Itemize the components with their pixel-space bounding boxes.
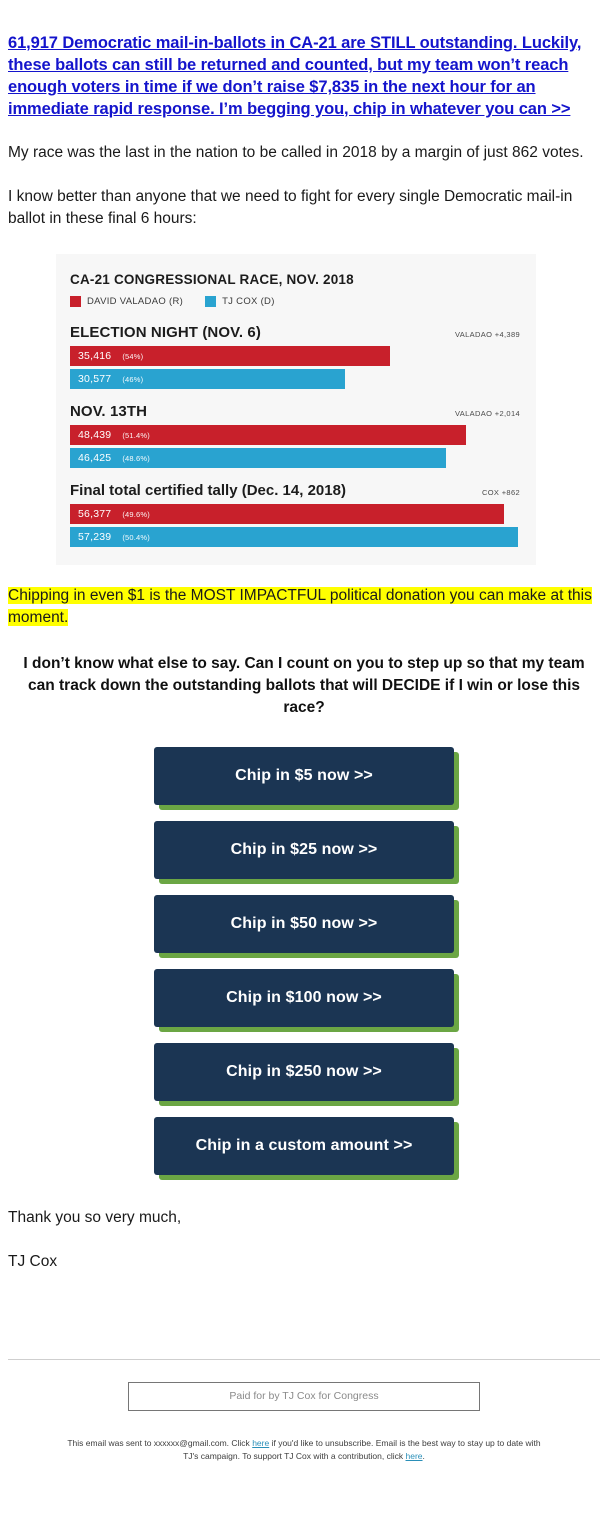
donate-button-250-shell: Chip in $250 now >> (154, 1043, 459, 1106)
bar-votes-label: 56,377 (78, 508, 112, 520)
bar-row: 56,377 (49.6%) (70, 504, 520, 524)
legend-swatch-blue-icon (205, 296, 217, 307)
chart-group-margin: VALADAO +2,014 (454, 409, 520, 418)
bar-percent-label: (49.6%) (122, 509, 150, 519)
bar-votes-label: 48,439 (78, 429, 112, 441)
chart-container: CA-21 CONGRESSIONAL RACE, NOV. 2018 DAVI… (0, 230, 608, 565)
donate-button-custom-shell: Chip in a custom amount >> (154, 1117, 459, 1180)
donate-button-50-shell: Chip in $50 now >> (154, 895, 459, 958)
paid-for-wrap: Paid for by TJ Cox for Congress (0, 1360, 608, 1411)
donate-button-5-shell: Chip in $5 now >> (154, 747, 459, 810)
chart-title: CA-21 CONGRESSIONAL RACE, NOV. 2018 (70, 272, 354, 287)
bar-row: 30,577 (46%) (70, 369, 520, 389)
donate-button-25[interactable]: Chip in $25 now >> (154, 821, 454, 879)
donate-button-250[interactable]: Chip in $250 now >> (154, 1043, 454, 1101)
bar-votes-label: 30,577 (78, 373, 112, 385)
bar-row: 46,425 (48.6%) (70, 448, 520, 468)
fineprint-part-1: This email was sent to xxxxxx@gmail.com.… (67, 1438, 250, 1448)
headline-link[interactable]: 61,917 Democratic mail-in-ballots in CA-… (8, 0, 600, 120)
donation-button-list: Chip in $5 now >> Chip in $25 now >> Chi… (0, 719, 608, 1180)
chart-group-header: NOV. 13TH VALADAO +2,014 (70, 403, 520, 420)
bar-cox: 46,425 (48.6%) (70, 448, 446, 468)
legend-label-valadao: DAVID VALADAO (R) (87, 296, 184, 307)
chart-group-label: NOV. 13TH (70, 403, 148, 420)
bar-percent-label: (50.4%) (122, 532, 150, 542)
chart-group-header: Final total certified tally (Dec. 14, 20… (70, 482, 520, 499)
donate-button-25-shell: Chip in $25 now >> (154, 821, 459, 884)
bar-valadao: 48,439 (51.4%) (70, 425, 466, 445)
ask-paragraph: I don’t know what else to say. Can I cou… (23, 655, 585, 716)
bottom-spacer (0, 1463, 608, 1493)
bar-row: 35,416 (54%) (70, 346, 520, 366)
signoff-name: TJ Cox (8, 1253, 58, 1270)
bar-percent-label: (48.6%) (122, 453, 150, 463)
paragraph-fight-ballots: I know better than anyone that we need t… (8, 188, 573, 227)
legend-item-valadao: DAVID VALADAO (R) (70, 296, 183, 307)
donate-button-50[interactable]: Chip in $50 now >> (154, 895, 454, 953)
contribute-link[interactable]: here (406, 1451, 423, 1461)
chart-group-nov-13: NOV. 13TH VALADAO +2,014 48,439 (51.4%) … (70, 403, 520, 468)
chart-legend: DAVID VALADAO (R) TJ COX (D) (70, 296, 520, 307)
bar-votes-label: 35,416 (78, 350, 112, 362)
donate-button-5[interactable]: Chip in $5 now >> (154, 747, 454, 805)
bar-percent-label: (46%) (122, 374, 144, 384)
bar-row: 48,439 (51.4%) (70, 425, 520, 445)
election-results-chart: CA-21 CONGRESSIONAL RACE, NOV. 2018 DAVI… (56, 254, 536, 565)
bar-valadao: 56,377 (49.6%) (70, 504, 505, 524)
highlighted-statement: Chipping in even $1 is the MOST IMPACTFU… (8, 565, 600, 629)
signoff-thanks: Thank you so very much, (8, 1209, 182, 1226)
legend-label-cox: TJ COX (D) (222, 296, 275, 307)
paid-for-disclaimer: Paid for by TJ Cox for Congress (128, 1382, 480, 1411)
bar-cox: 57,239 (50.4%) (70, 527, 518, 547)
chart-group-election-night: ELECTION NIGHT (NOV. 6) VALADAO +4,389 3… (70, 324, 520, 389)
chart-group-margin: COX +862 (481, 488, 520, 497)
donate-button-100-shell: Chip in $100 now >> (154, 969, 459, 1032)
donate-button-custom[interactable]: Chip in a custom amount >> (154, 1117, 454, 1175)
unsubscribe-link[interactable]: here (252, 1438, 269, 1448)
bar-row: 57,239 (50.4%) (70, 527, 520, 547)
legend-swatch-red-icon (70, 296, 81, 307)
fineprint-part-3: . (422, 1451, 425, 1461)
email-body: 61,917 Democratic mail-in-ballots in CA-… (0, 0, 608, 1493)
bar-percent-label: (51.4%) (122, 430, 150, 440)
highlight-text: Chipping in even $1 is the MOST IMPACTFU… (8, 587, 592, 626)
footer-fineprint: This email was sent to xxxxxx@gmail.com.… (0, 1411, 608, 1463)
chart-group-final-tally: Final total certified tally (Dec. 14, 20… (70, 482, 520, 547)
paragraph-margin-story: My race was the last in the nation to be… (8, 144, 584, 161)
bar-valadao: 35,416 (54%) (70, 346, 390, 366)
chart-group-label: Final total certified tally (Dec. 14, 20… (70, 482, 346, 499)
chart-group-margin: VALADAO +4,389 (454, 330, 520, 339)
chart-group-header: ELECTION NIGHT (NOV. 6) VALADAO +4,389 (70, 324, 520, 341)
chart-group-label: ELECTION NIGHT (NOV. 6) (70, 324, 261, 341)
bar-votes-label: 46,425 (78, 452, 112, 464)
donate-button-100[interactable]: Chip in $100 now >> (154, 969, 454, 1027)
legend-item-cox: TJ COX (D) (205, 296, 275, 307)
bar-percent-label: (54%) (122, 351, 144, 361)
bar-votes-label: 57,239 (78, 531, 112, 543)
bar-cox: 30,577 (46%) (70, 369, 345, 389)
